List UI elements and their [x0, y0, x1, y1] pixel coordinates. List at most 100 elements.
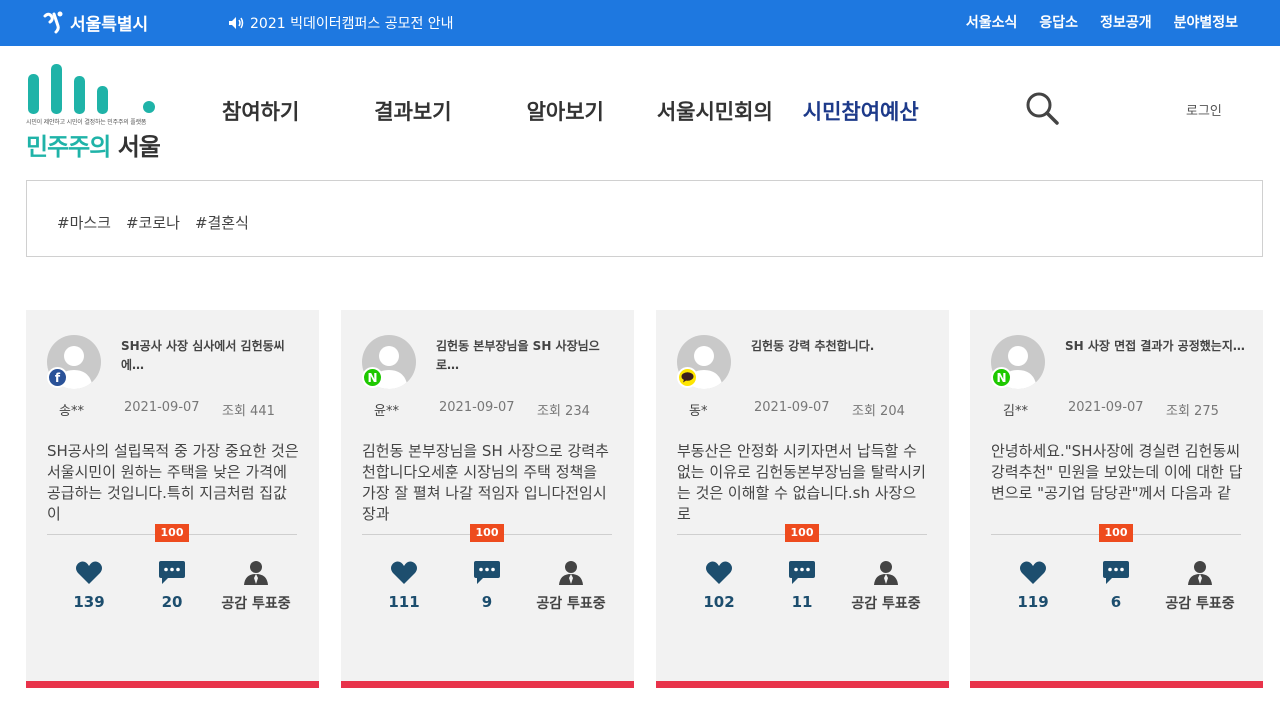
card-date: 2021-09-07: [439, 400, 515, 415]
comment-icon: [474, 561, 500, 584]
nav-citizen-budget[interactable]: 시민참여예산: [803, 96, 919, 126]
comment-count: 6: [1110, 593, 1122, 611]
brand-name-part1: 민주주의: [26, 133, 111, 161]
score-badge: 100: [470, 524, 504, 542]
comment-count: 20: [161, 593, 183, 611]
like-count: 139: [73, 593, 105, 611]
heart-icon: [706, 561, 732, 584]
card-date: 2021-09-07: [1068, 400, 1144, 415]
person-icon: [559, 561, 583, 585]
card-bottom-bar: [970, 681, 1263, 688]
comment-count: 9: [481, 593, 493, 611]
vote-status: 공감 투표중: [1165, 596, 1235, 612]
card-views: 조회 234: [537, 404, 590, 419]
card-author: 송**: [59, 404, 84, 419]
card-date: 2021-09-07: [754, 400, 830, 415]
comment-stat[interactable]: 11: [762, 560, 842, 611]
facebook-icon: f: [47, 367, 68, 388]
card-title: SH 사장 면접 결과가 공정했는지…: [1065, 339, 1245, 353]
comment-stat[interactable]: 6: [1076, 560, 1156, 611]
democracy-seoul-logo[interactable]: 시민이 제안하고 시민이 결정하는 민주주의 플랫폼 민주주의 서울: [26, 64, 166, 164]
notice-text: 2021 빅데이터캠퍼스 공모전 안내: [250, 16, 454, 32]
like-stat[interactable]: 102: [679, 560, 759, 611]
card-title: 김헌동 강력 추천합니다.: [751, 339, 875, 353]
brand-tagline: 시민이 제안하고 시민이 결정하는 민주주의 플랫폼: [26, 119, 147, 126]
toplink-info-disclosure[interactable]: 정보공개: [1100, 12, 1152, 32]
card-author: 윤**: [374, 404, 399, 419]
card-body: 김헌동 본부장님을 SH 사장으로 강력추천합니다오세훈 시장님의 주택 정책을…: [362, 442, 609, 523]
toplink-eungdapso[interactable]: 응답소: [1039, 12, 1078, 32]
vote-status: 공감 투표중: [536, 596, 606, 612]
speaker-icon: [229, 17, 244, 29]
notice-link[interactable]: 2021 빅데이터캠퍼스 공모전 안내: [228, 13, 454, 33]
top-links: 서울소식 응답소 정보공개 분야별정보: [966, 12, 1238, 32]
vote-stat[interactable]: 공감 투표중: [845, 560, 927, 613]
proposal-card[interactable]: N SH 사장 면접 결과가 공정했는지… 김** 2021-09-07 조회 …: [970, 310, 1263, 688]
main-nav: 참여하기 결과보기 알아보기 서울시민회의 시민참여예산: [222, 96, 919, 126]
card-author: 동*: [689, 404, 708, 419]
comment-stat[interactable]: 9: [447, 560, 527, 611]
card-bottom-bar: [26, 681, 319, 688]
proposal-card[interactable]: 김헌동 강력 추천합니다. 동* 2021-09-07 조회 204 부동산은 …: [656, 310, 949, 688]
naver-icon: N: [991, 367, 1012, 388]
card-views: 조회 275: [1166, 404, 1219, 419]
score-badge: 100: [1099, 524, 1133, 542]
top-bar: 서울특별시 2021 빅데이터캠퍼스 공모전 안내 서울소식 응답소 정보공개 …: [0, 0, 1280, 46]
brand-name: 민주주의 서울: [26, 127, 161, 162]
seoul-city-logo[interactable]: 서울특별시: [40, 9, 148, 35]
comment-stat[interactable]: 20: [132, 560, 212, 611]
vote-status: 공감 투표중: [851, 596, 921, 612]
proposal-card[interactable]: f SH공사 사장 심사에서 김헌동씨 에… 송** 2021-09-07 조회…: [26, 310, 319, 688]
card-bottom-bar: [341, 681, 634, 688]
heart-icon: [76, 561, 102, 584]
person-icon: [1188, 561, 1212, 585]
comment-count: 11: [791, 593, 813, 611]
like-count: 111: [388, 593, 420, 611]
like-count: 119: [1017, 593, 1049, 611]
seoul-logo-text: 서울특별시: [70, 14, 149, 35]
person-icon: [244, 561, 268, 585]
hashtag-box: #마스크 #코로나 #결혼식: [26, 180, 1263, 257]
hashtag-item[interactable]: #코로나: [126, 212, 180, 233]
card-bottom-bar: [656, 681, 949, 688]
heart-icon: [1020, 561, 1046, 584]
hashtag-item[interactable]: #결혼식: [195, 212, 249, 233]
card-body: 안녕하세요."SH사장에 경실련 김헌동씨 강력추천" 민원을 보았는데 이에 …: [991, 442, 1243, 502]
proposal-card-list: f SH공사 사장 심사에서 김헌동씨 에… 송** 2021-09-07 조회…: [26, 310, 1266, 688]
like-stat[interactable]: 139: [49, 560, 129, 611]
score-badge: 100: [785, 524, 819, 542]
card-title: 김헌동 본부장님을 SH 사장님으로…: [436, 339, 600, 372]
search-icon[interactable]: [1024, 90, 1060, 126]
kakao-bubble-icon: [681, 372, 694, 383]
card-author: 김**: [1003, 404, 1028, 419]
login-link[interactable]: 로그인: [1186, 100, 1222, 119]
toplink-field-info[interactable]: 분야별정보: [1174, 12, 1238, 32]
seoul-logo-icon: [43, 11, 63, 34]
like-count: 102: [703, 593, 735, 611]
vote-status: 공감 투표중: [221, 596, 291, 612]
vote-stat[interactable]: 공감 투표중: [530, 560, 612, 613]
hashtag-item[interactable]: #마스크: [57, 212, 111, 233]
vote-stat[interactable]: 공감 투표중: [215, 560, 297, 613]
nav-participate[interactable]: 참여하기: [222, 96, 299, 126]
toplink-seoul-news[interactable]: 서울소식: [966, 12, 1018, 32]
comment-icon: [159, 561, 185, 584]
proposal-card[interactable]: N 김헌동 본부장님을 SH 사장님으로… 윤** 2021-09-07 조회 …: [341, 310, 634, 688]
card-body: SH공사의 설립목적 중 가장 중요한 것은 서울시민이 원하는 주택을 낮은 …: [47, 442, 299, 523]
kakao-icon: [677, 367, 698, 388]
card-views: 조회 204: [852, 404, 905, 419]
nav-results[interactable]: 결과보기: [374, 96, 451, 126]
comment-icon: [1103, 561, 1129, 584]
hashtag-list: #마스크 #코로나 #결혼식: [57, 212, 249, 233]
nav-citizen-council[interactable]: 서울시민회의: [657, 96, 773, 126]
like-stat[interactable]: 119: [993, 560, 1073, 611]
comment-icon: [789, 561, 815, 584]
like-stat[interactable]: 111: [364, 560, 444, 611]
card-body: 부동산은 안정화 시키자면서 납득할 수 없는 이유로 김헌동본부장님을 탈락시…: [677, 442, 926, 523]
card-title: SH공사 사장 심사에서 김헌동씨 에…: [121, 339, 285, 372]
vote-stat[interactable]: 공감 투표중: [1159, 560, 1241, 613]
card-views: 조회 441: [222, 404, 275, 419]
heart-icon: [391, 561, 417, 584]
nav-learn[interactable]: 알아보기: [527, 96, 604, 126]
header: 시민이 제안하고 시민이 결정하는 민주주의 플랫폼 민주주의 서울 참여하기 …: [0, 46, 1280, 172]
